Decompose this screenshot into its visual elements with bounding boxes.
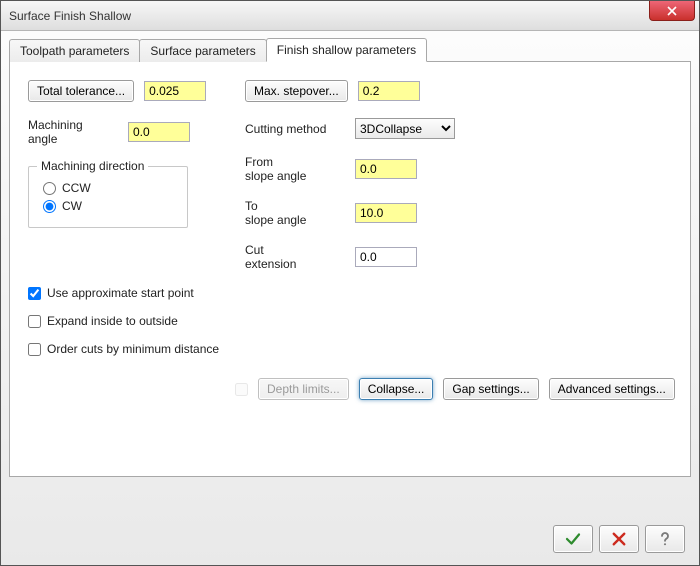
collapse-button[interactable]: Collapse...	[359, 378, 434, 400]
radio-cw[interactable]: CW	[43, 199, 173, 213]
check-expand-label: Expand inside to outside	[47, 314, 178, 328]
cutting-method-label: Cutting method	[245, 122, 345, 136]
check-order-cuts[interactable]: Order cuts by minimum distance	[28, 342, 288, 356]
check-depth-limits-input	[235, 383, 248, 396]
gap-settings-button[interactable]: Gap settings...	[443, 378, 538, 400]
titlebar: Surface Finish Shallow	[1, 1, 699, 31]
radio-ccw-input[interactable]	[43, 182, 56, 195]
check-approx-start-label: Use approximate start point	[47, 286, 194, 300]
depth-limits-button: Depth limits...	[258, 378, 349, 400]
left-column: Total tolerance... Machining angle Machi…	[28, 80, 238, 228]
tab-finish-shallow-parameters[interactable]: Finish shallow parameters	[266, 38, 427, 62]
max-stepover-input[interactable]	[358, 81, 420, 101]
radio-cw-label: CW	[62, 199, 82, 213]
total-tolerance-input[interactable]	[144, 81, 206, 101]
tab-surface-parameters[interactable]: Surface parameters	[139, 39, 266, 62]
tab-panel: Total tolerance... Machining angle Machi…	[9, 61, 691, 477]
max-stepover-button[interactable]: Max. stepover...	[245, 80, 348, 102]
window-title: Surface Finish Shallow	[9, 9, 131, 23]
check-icon	[564, 530, 582, 548]
cut-extension-input[interactable]	[355, 247, 417, 267]
total-tolerance-button[interactable]: Total tolerance...	[28, 80, 134, 102]
from-slope-input[interactable]	[355, 159, 417, 179]
help-icon	[656, 530, 674, 548]
machining-angle-label: Machining angle	[28, 118, 118, 146]
check-expand-inside-outside[interactable]: Expand inside to outside	[28, 314, 288, 328]
from-slope-label: From slope angle	[245, 155, 345, 183]
check-approx-start[interactable]: Use approximate start point	[28, 286, 288, 300]
radio-ccw[interactable]: CCW	[43, 181, 173, 195]
tab-toolpath-parameters[interactable]: Toolpath parameters	[9, 39, 140, 62]
close-icon	[667, 6, 677, 16]
check-approx-start-input[interactable]	[28, 287, 41, 300]
ok-button[interactable]	[553, 525, 593, 553]
machining-angle-input[interactable]	[128, 122, 190, 142]
dialog-window: Surface Finish Shallow Toolpath paramete…	[0, 0, 700, 566]
dialog-footer	[553, 525, 685, 553]
check-expand-input[interactable]	[28, 315, 41, 328]
radio-ccw-label: CCW	[62, 181, 91, 195]
help-button[interactable]	[645, 525, 685, 553]
advanced-settings-button[interactable]: Advanced settings...	[549, 378, 675, 400]
radio-cw-input[interactable]	[43, 200, 56, 213]
check-depth-limits-enable	[235, 383, 248, 396]
machining-direction-legend: Machining direction	[37, 159, 148, 173]
to-slope-input[interactable]	[355, 203, 417, 223]
cancel-button[interactable]	[599, 525, 639, 553]
checkbox-column: Use approximate start point Expand insid…	[28, 282, 288, 360]
tab-strip: Toolpath parameters Surface parameters F…	[9, 37, 691, 61]
check-order-cuts-label: Order cuts by minimum distance	[47, 342, 219, 356]
check-order-cuts-input[interactable]	[28, 343, 41, 356]
machining-direction-group: Machining direction CCW CW	[28, 166, 188, 228]
to-slope-label: To slope angle	[245, 199, 345, 227]
cancel-icon	[610, 530, 628, 548]
lower-button-row: Depth limits... Collapse... Gap settings…	[235, 378, 675, 400]
cut-extension-label: Cut extension	[245, 243, 345, 271]
right-column: Max. stepover... Cutting method 3DCollap…	[245, 80, 505, 271]
close-button[interactable]	[649, 1, 695, 21]
client-area: Toolpath parameters Surface parameters F…	[9, 37, 691, 477]
cutting-method-select[interactable]: 3DCollapse	[355, 118, 455, 139]
